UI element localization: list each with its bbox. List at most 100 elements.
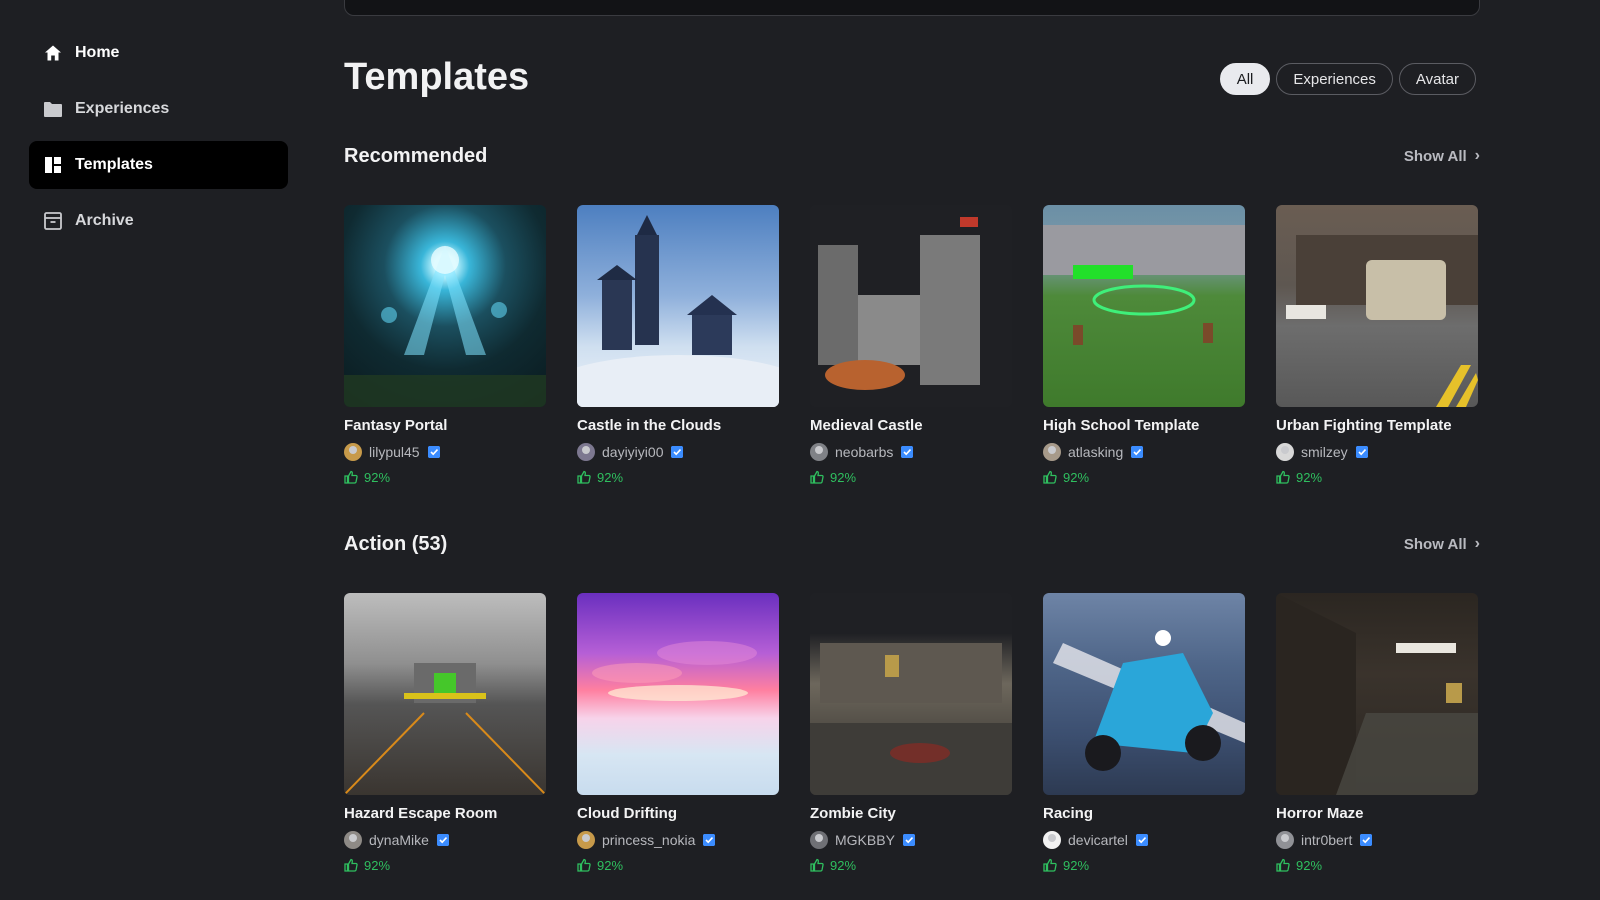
creator-name[interactable]: princess_nokia	[602, 832, 695, 848]
creator-row: dynaMike	[344, 831, 546, 849]
rating-value: 92%	[364, 857, 391, 873]
rating: 92%	[577, 857, 779, 873]
verified-badge-icon	[1131, 446, 1144, 458]
avatar	[810, 831, 828, 849]
section-title: Recommended	[344, 144, 488, 167]
archive-icon	[43, 211, 63, 231]
verified-badge-icon	[1355, 446, 1368, 458]
sidebar-item-label: Experiences	[75, 100, 170, 117]
thumbs-up-icon	[344, 858, 358, 872]
creator-name[interactable]: dayiyiyi00	[602, 444, 663, 460]
thumbs-up-icon	[1043, 858, 1057, 872]
template-title: Zombie City	[810, 805, 896, 822]
avatar	[577, 831, 595, 849]
rating-value: 92%	[1296, 469, 1323, 485]
creator-name[interactable]: intr0bert	[1301, 832, 1352, 848]
rating-value: 92%	[830, 857, 857, 873]
search-bar[interactable]	[344, 0, 1480, 16]
creator-row: MGKBBY	[810, 831, 1012, 849]
show-all-link[interactable]: Show All ›	[1404, 535, 1480, 553]
creator-row: lilypul45	[344, 443, 546, 461]
template-card-cloud-drifting[interactable]: Cloud Drifting princess_nokia 92%	[577, 593, 779, 873]
creator-name[interactable]: dynaMike	[369, 832, 429, 848]
template-thumbnail	[577, 593, 779, 795]
creator-name[interactable]: MGKBBY	[835, 832, 895, 848]
verified-badge-icon	[1360, 834, 1373, 846]
template-card-castle-in-the-clouds[interactable]: Castle in the Clouds dayiyiyi00 92%	[577, 205, 779, 485]
creator-name[interactable]: smilzey	[1301, 444, 1348, 460]
show-all-link[interactable]: Show All ›	[1404, 147, 1480, 165]
template-card-fantasy-portal[interactable]: Fantasy Portal lilypul45 92%	[344, 205, 546, 485]
template-card-horror-maze[interactable]: Horror Maze intr0bert 92%	[1276, 593, 1478, 873]
verified-badge-icon	[703, 834, 716, 846]
show-all-label: Show All	[1403, 535, 1467, 553]
template-thumbnail	[1043, 593, 1245, 795]
template-card-medieval-castle[interactable]: Medieval Castle neobarbs 92%	[810, 205, 1012, 485]
rating-value: 92%	[597, 857, 624, 873]
sidebar-item-home[interactable]: Home	[29, 29, 288, 77]
template-card-high-school-template[interactable]: High School Template atlasking 92%	[1043, 205, 1245, 485]
creator-name[interactable]: lilypul45	[369, 444, 420, 460]
template-thumbnail	[810, 205, 1012, 407]
filter-all[interactable]: All	[1219, 63, 1271, 95]
creator-row: atlasking	[1043, 443, 1245, 461]
thumbs-up-icon	[1276, 470, 1290, 484]
template-card-hazard-escape-room[interactable]: Hazard Escape Room dynaMike 92%	[344, 593, 546, 873]
rating: 92%	[810, 469, 1012, 485]
template-thumbnail	[1276, 205, 1478, 407]
sidebar-item-label: Templates	[75, 156, 153, 173]
template-card-zombie-city[interactable]: Zombie City MGKBBY 92%	[810, 593, 1012, 873]
creator-name[interactable]: atlasking	[1068, 444, 1123, 460]
sidebar-item-experiences[interactable]: Experiences	[29, 85, 288, 133]
avatar	[1276, 443, 1294, 461]
rating: 92%	[810, 857, 1012, 873]
rating-value: 92%	[597, 469, 624, 485]
grid-icon	[43, 155, 63, 175]
page-title: Templates	[344, 56, 530, 98]
filter-avatar[interactable]: Avatar	[1398, 63, 1476, 95]
template-title: Horror Maze	[1276, 805, 1364, 822]
creator-row: dayiyiyi00	[577, 443, 779, 461]
template-title: High School Template	[1043, 417, 1200, 434]
template-title: Urban Fighting Template	[1276, 417, 1452, 434]
rating: 92%	[344, 469, 546, 485]
sidebar: Home Experiences Templates Archive	[29, 29, 288, 253]
thumbs-up-icon	[577, 858, 591, 872]
sidebar-item-archive[interactable]: Archive	[29, 197, 288, 245]
rating: 92%	[1043, 469, 1245, 485]
rating: 92%	[1276, 469, 1478, 485]
avatar	[1043, 443, 1061, 461]
verified-badge-icon	[427, 446, 440, 458]
creator-row: intr0bert	[1276, 831, 1478, 849]
rating-value: 92%	[1063, 469, 1090, 485]
creator-row: smilzey	[1276, 443, 1478, 461]
rating-value: 92%	[364, 469, 391, 485]
rating: 92%	[1276, 857, 1478, 873]
template-title: Medieval Castle	[810, 417, 923, 434]
filter-experiences[interactable]: Experiences	[1276, 63, 1393, 95]
creator-row: devicartel	[1043, 831, 1245, 849]
template-title: Hazard Escape Room	[344, 805, 498, 822]
template-thumbnail	[810, 593, 1012, 795]
creator-name[interactable]: devicartel	[1068, 832, 1128, 848]
rating-value: 92%	[830, 469, 857, 485]
sidebar-item-templates[interactable]: Templates	[29, 141, 288, 189]
template-thumbnail	[344, 205, 546, 407]
verified-badge-icon	[671, 446, 684, 458]
template-title: Fantasy Portal	[344, 417, 448, 434]
template-card-racing[interactable]: Racing devicartel 92%	[1043, 593, 1245, 873]
template-thumbnail	[1043, 205, 1245, 407]
template-thumbnail	[577, 205, 779, 407]
creator-row: neobarbs	[810, 443, 1012, 461]
verified-badge-icon	[902, 834, 915, 846]
rating: 92%	[344, 857, 546, 873]
avatar	[1276, 831, 1294, 849]
avatar	[1043, 831, 1061, 849]
avatar	[577, 443, 595, 461]
recommended-section: Recommended Show All › Fantasy Portal li…	[344, 141, 1480, 485]
verified-badge-icon	[901, 446, 914, 458]
template-thumbnail	[1276, 593, 1478, 795]
creator-name[interactable]: neobarbs	[835, 444, 893, 460]
rating: 92%	[1043, 857, 1245, 873]
template-card-urban-fighting-template[interactable]: Urban Fighting Template smilzey 92%	[1276, 205, 1478, 485]
